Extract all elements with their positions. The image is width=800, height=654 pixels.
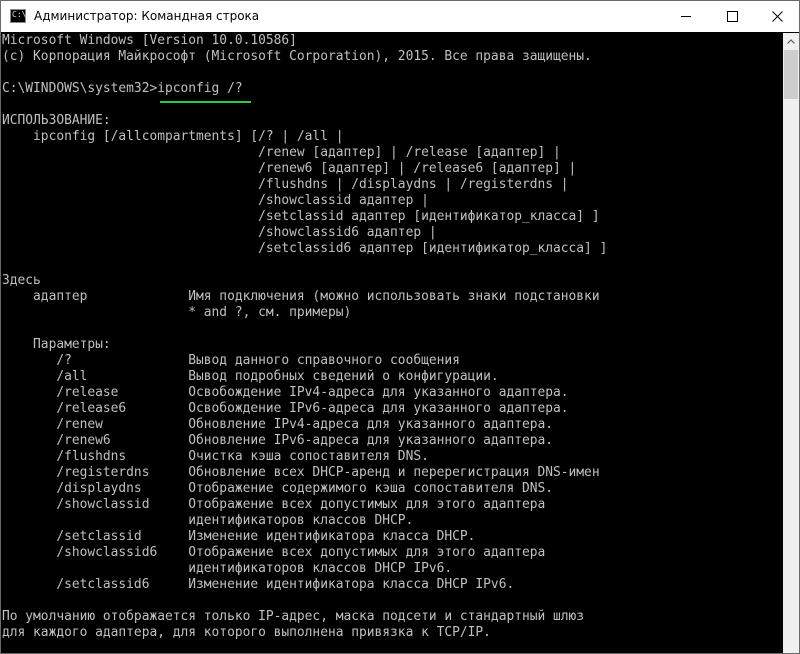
console-line: /flushdns Очистка кэша сопоставителя DNS… bbox=[2, 449, 429, 464]
console-line: /showclassid адаптер | bbox=[2, 193, 429, 208]
scroll-up-arrow-icon bbox=[787, 39, 795, 44]
console-line: По умолчанию отображается только IP-адре… bbox=[2, 609, 585, 624]
console-line: /setclassid6 адаптер [идентификатор_клас… bbox=[2, 241, 608, 256]
console-line: идентификаторов классов DHCP. bbox=[2, 513, 414, 528]
console-line: /flushdns | /displaydns | /registerdns | bbox=[2, 177, 569, 192]
cmd-window: C:\. Администратор: Командная строка Mic… bbox=[0, 0, 800, 654]
minimize-button[interactable] bbox=[663, 1, 709, 32]
console-line: /release Освобождение IPv4-адреса для ук… bbox=[2, 385, 569, 400]
console-line: /registerdns Обновление всех DHCP-аренд … bbox=[2, 465, 600, 480]
console-line: /setclassid6 Изменение идентификатора кл… bbox=[2, 577, 515, 592]
cmd-icon[interactable]: C:\. bbox=[10, 9, 31, 23]
window-title: Администратор: Командная строка bbox=[34, 9, 260, 23]
console-line: адаптер Имя подключения (можно использов… bbox=[2, 289, 600, 304]
console-line: /all Вывод подробных сведений о конфигур… bbox=[2, 369, 499, 384]
maximize-icon bbox=[727, 11, 738, 22]
close-icon bbox=[772, 11, 783, 22]
title-bar[interactable]: C:\. Администратор: Командная строка bbox=[1, 1, 799, 32]
command-highlight-underline bbox=[160, 101, 251, 103]
console-line: /release6 Освобождение IPv6-адреса для у… bbox=[2, 401, 569, 416]
vertical-scrollbar[interactable] bbox=[783, 33, 799, 653]
console-line: /renew6 Обновление IPv6-адреса для указа… bbox=[2, 433, 554, 448]
console-line: /showclassid Отображение всех допустимых… bbox=[2, 497, 546, 512]
console-line: /setclassid адаптер [идентификатор_класс… bbox=[2, 209, 600, 224]
console-line: C:\WINDOWS\system32>ipconfig /? bbox=[2, 81, 243, 96]
console-line: Microsoft Windows [Version 10.0.10586] bbox=[2, 33, 297, 48]
console-line: ИСПОЛЬЗОВАНИЕ: bbox=[2, 113, 111, 128]
console-line: ipconfig [/allcompartments] [/? | /all | bbox=[2, 129, 344, 144]
scroll-up-button[interactable] bbox=[783, 33, 799, 50]
console-line: идентификаторов классов DHCP IPv6. bbox=[2, 561, 453, 576]
console-lines: Microsoft Windows [Version 10.0.10586] (c… bbox=[2, 33, 607, 641]
cmd-icon-label: C:\. bbox=[12, 10, 32, 19]
console-line: /renew Обновление IPv4-адреса для указан… bbox=[2, 417, 554, 432]
console-line: (c) Корпорация Майкрософт (Microsoft Cor… bbox=[2, 49, 592, 64]
close-button[interactable] bbox=[754, 1, 799, 32]
console-line: /renew6 [адаптер] | /release6 [адаптер] … bbox=[2, 161, 577, 176]
console-line: /displaydns Отображение содержимого кэша… bbox=[2, 481, 554, 496]
console-line: /setclassid Изменение идентификатора кла… bbox=[2, 529, 476, 544]
console-line: Параметры: bbox=[2, 337, 111, 352]
scroll-thumb[interactable] bbox=[784, 50, 798, 99]
console-line: /showclassid6 адаптер | bbox=[2, 225, 437, 240]
console-line: Здесь bbox=[2, 273, 41, 288]
console-line: /? Вывод данного справочного сообщения bbox=[2, 353, 460, 368]
minimize-icon bbox=[681, 16, 691, 17]
console-line: /showclassid6 Отображение всех допустимы… bbox=[2, 545, 546, 560]
console-output[interactable]: Microsoft Windows [Version 10.0.10586] (c… bbox=[1, 33, 783, 653]
console-line: /renew [адаптер] | /release [адаптер] | bbox=[2, 145, 561, 160]
console-line: для каждого адаптера, для которого выпол… bbox=[2, 625, 491, 640]
console-line: * and ?, см. примеры) bbox=[2, 305, 352, 320]
maximize-button[interactable] bbox=[709, 1, 755, 32]
